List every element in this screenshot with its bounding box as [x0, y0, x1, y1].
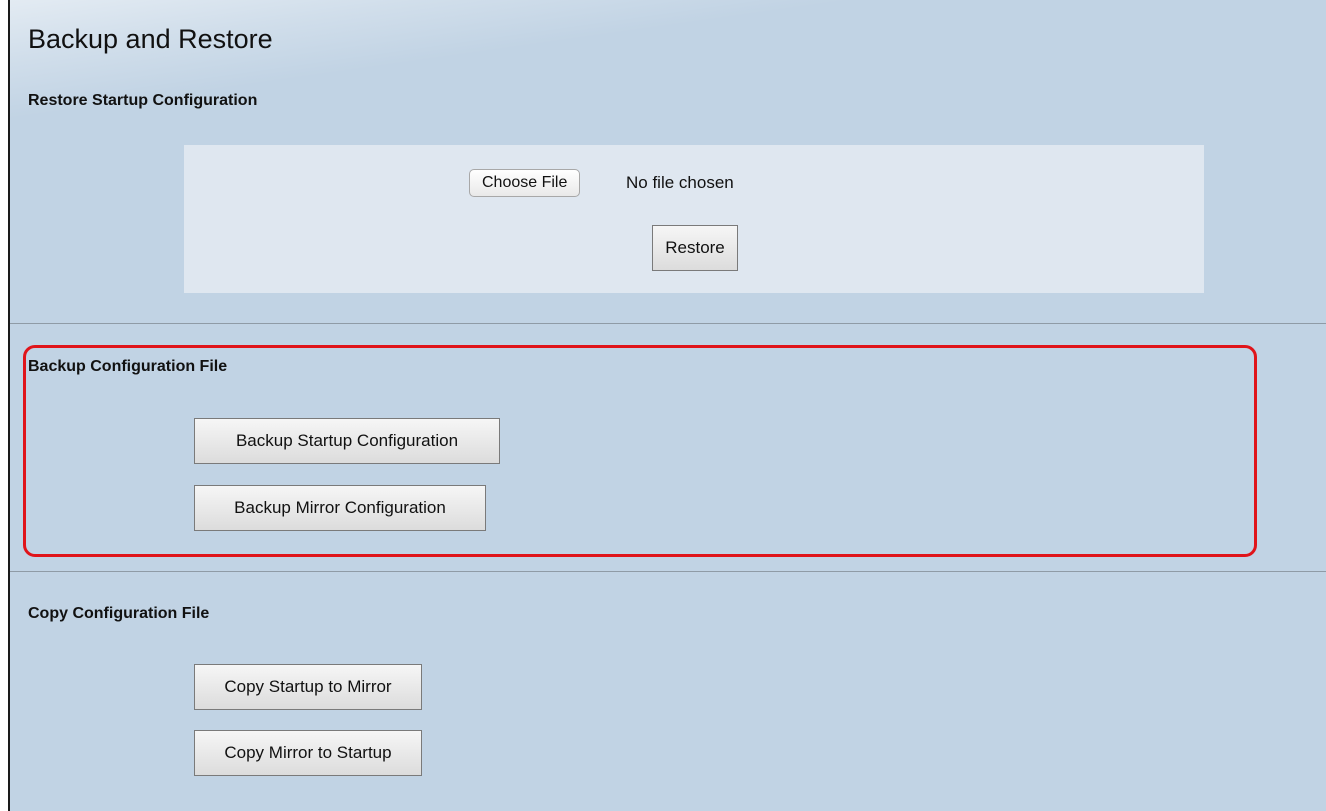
backup-startup-configuration-button[interactable]: Backup Startup Configuration: [194, 418, 500, 464]
backup-mirror-configuration-button[interactable]: Backup Mirror Configuration: [194, 485, 486, 531]
file-status-text: No file chosen: [626, 173, 734, 192]
restore-section-heading: Restore Startup Configuration: [28, 92, 258, 109]
backup-section-heading: Backup Configuration File: [28, 358, 228, 375]
restore-panel: Choose File No file chosen Restore: [184, 145, 1204, 293]
copy-mirror-to-startup-button[interactable]: Copy Mirror to Startup: [194, 730, 422, 776]
copy-section-heading: Copy Configuration File: [28, 605, 210, 622]
restore-button[interactable]: Restore: [652, 225, 738, 271]
section-divider: [10, 323, 1326, 324]
choose-file-button[interactable]: Choose File: [469, 169, 581, 197]
main-content: Backup and Restore Restore Startup Confi…: [8, 0, 1326, 811]
copy-startup-to-mirror-button[interactable]: Copy Startup to Mirror: [194, 664, 422, 710]
section-divider: [10, 571, 1326, 572]
page-title: Backup and Restore: [28, 24, 273, 54]
